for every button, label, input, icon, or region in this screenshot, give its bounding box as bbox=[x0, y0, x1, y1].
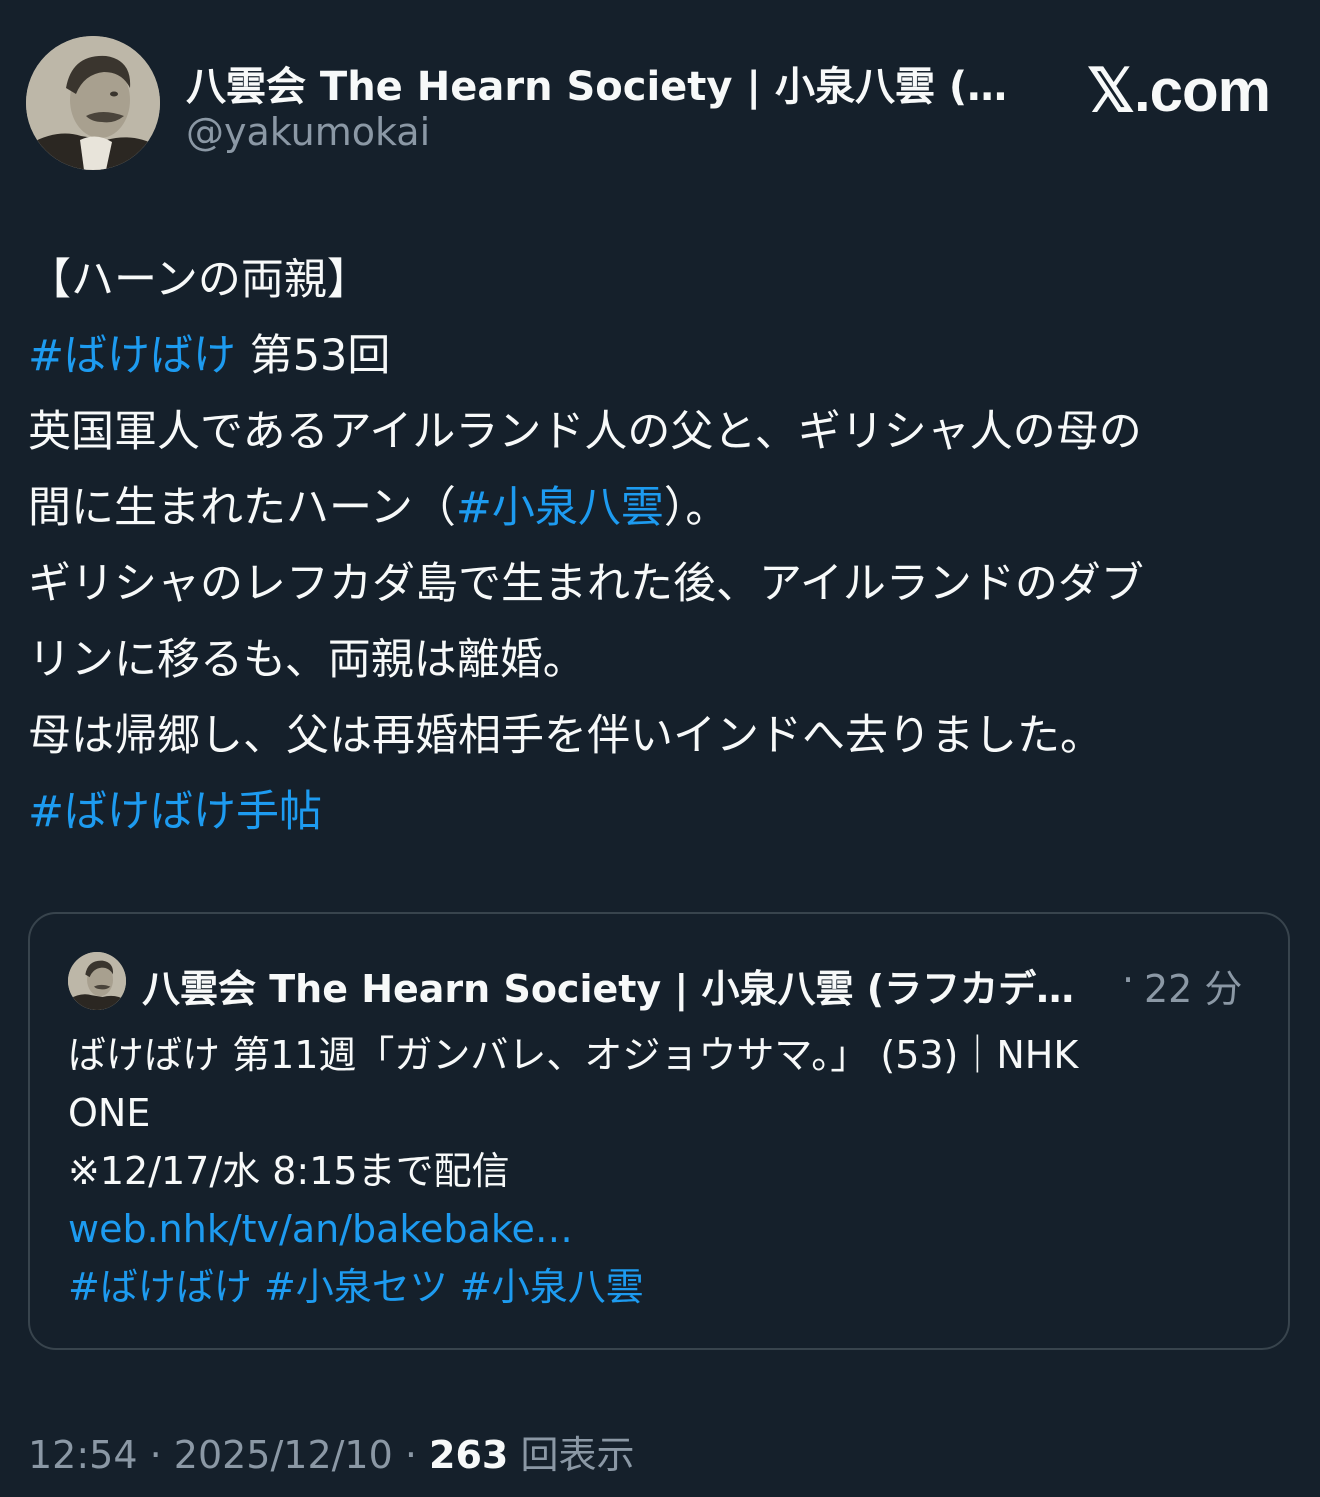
author-handle[interactable]: @yakumokai bbox=[186, 110, 430, 154]
separator-dot: · bbox=[1122, 958, 1135, 1002]
text-segment: ）。 bbox=[663, 483, 729, 533]
url-link[interactable]: web.nhk/tv/an/bakebake… bbox=[68, 1207, 573, 1251]
portrait-image bbox=[26, 36, 160, 170]
hashtag-link[interactable]: #小泉八雲 bbox=[456, 483, 664, 533]
post-text: 【ハーンの両親】 #ばけばけ 第53回英国軍人であるアイルランド人の父と、ギリシャ… bbox=[28, 242, 1298, 850]
text-line: 【ハーンの両親】 bbox=[28, 242, 1298, 318]
text-line: #ばけばけ #小泉セツ #小泉八雲 bbox=[68, 1258, 1258, 1316]
hashtag-link[interactable]: #ばけばけ bbox=[68, 1265, 252, 1309]
hashtag-link[interactable]: #ばけばけ手帖 bbox=[28, 787, 322, 837]
author-display-name[interactable]: 八雲会 The Hearn Society | 小泉八雲 (ラ… bbox=[186, 54, 1046, 112]
separator-dot: · bbox=[137, 1433, 174, 1477]
text-segment: ONE bbox=[68, 1091, 151, 1135]
post-meta: 12:54 · 2025/12/10 · 263 回表示 bbox=[28, 1424, 634, 1479]
quoted-author-avatar bbox=[68, 952, 126, 1010]
text-segment: ばけばけ 第11週「ガンバレ、オジョウサマ。」 (53)｜NHK bbox=[68, 1033, 1079, 1077]
hashtag-link[interactable]: #ばけばけ bbox=[28, 331, 236, 381]
view-count: 263 bbox=[429, 1433, 509, 1477]
text-segment: ※12/17/水 8:15まで配信 bbox=[68, 1149, 510, 1193]
text-segment bbox=[252, 1265, 264, 1309]
text-line: ギリシャのレフカダ島で生まれた後、アイルランドのダブ bbox=[28, 546, 1298, 622]
text-line: ※12/17/水 8:15まで配信 bbox=[68, 1142, 1258, 1200]
text-segment: 母は帰郷し、父は再婚相手を伴いインドへ去りました。 bbox=[28, 711, 1103, 761]
text-line: 英国軍人であるアイルランド人の父と、ギリシャ人の母の bbox=[28, 394, 1298, 470]
text-segment bbox=[448, 1265, 460, 1309]
author-avatar[interactable] bbox=[26, 36, 160, 170]
text-segment: ギリシャのレフカダ島で生まれた後、アイルランドのダブ bbox=[28, 559, 1144, 609]
text-segment: 【ハーンの両親】 bbox=[28, 255, 370, 305]
text-line: ばけばけ 第11週「ガンバレ、オジョウサマ。」 (53)｜NHK bbox=[68, 1026, 1258, 1084]
post-time[interactable]: 12:54 bbox=[28, 1433, 138, 1477]
quoted-post-card[interactable]: 八雲会 The Hearn Society | 小泉八雲 (ラフカデ… · 22… bbox=[28, 912, 1290, 1350]
text-line: web.nhk/tv/an/bakebake… bbox=[68, 1200, 1258, 1258]
text-segment: リンに移るも、両親は離婚。 bbox=[28, 635, 586, 685]
text-line: #ばけばけ 第53回 bbox=[28, 318, 1298, 394]
hashtag-link[interactable]: #小泉セツ bbox=[264, 1265, 448, 1309]
quoted-post-header: 八雲会 The Hearn Society | 小泉八雲 (ラフカデ… · 22… bbox=[68, 950, 1258, 1011]
separator-dot: · bbox=[392, 1433, 430, 1477]
text-line: ONE bbox=[68, 1084, 1258, 1142]
text-segment: 英国軍人であるアイルランド人の父と、ギリシャ人の母の bbox=[28, 407, 1142, 457]
text-line: 母は帰郷し、父は再婚相手を伴いインドへ去りました。 bbox=[28, 698, 1298, 774]
text-segment: 間に生まれたハーン（ bbox=[28, 483, 456, 533]
post-date[interactable]: 2025/12/10 bbox=[174, 1433, 393, 1477]
text-line: 間に生まれたハーン（#小泉八雲）。 bbox=[28, 470, 1298, 546]
text-segment: 第53回 bbox=[236, 331, 391, 381]
text-line: #ばけばけ手帖 bbox=[28, 774, 1298, 850]
x-logo-icon: 𝕏.com bbox=[1086, 57, 1271, 124]
quoted-post-time: 22 分 bbox=[1144, 967, 1243, 1011]
quoted-post-text: ばけばけ 第11週「ガンバレ、オジョウサマ。」 (53)｜NHK ONE ※12/1… bbox=[68, 1026, 1258, 1316]
text-line: リンに移るも、両親は離婚。 bbox=[28, 622, 1298, 698]
post-header: 八雲会 The Hearn Society | 小泉八雲 (ラ… @yakumo… bbox=[26, 36, 1294, 172]
portrait-image bbox=[68, 952, 126, 1010]
hashtag-link[interactable]: #小泉八雲 bbox=[460, 1265, 644, 1309]
view-count-label: 回表示 bbox=[508, 1433, 635, 1477]
quoted-author-name: 八雲会 The Hearn Society | 小泉八雲 (ラフカデ… bbox=[142, 967, 1075, 1011]
